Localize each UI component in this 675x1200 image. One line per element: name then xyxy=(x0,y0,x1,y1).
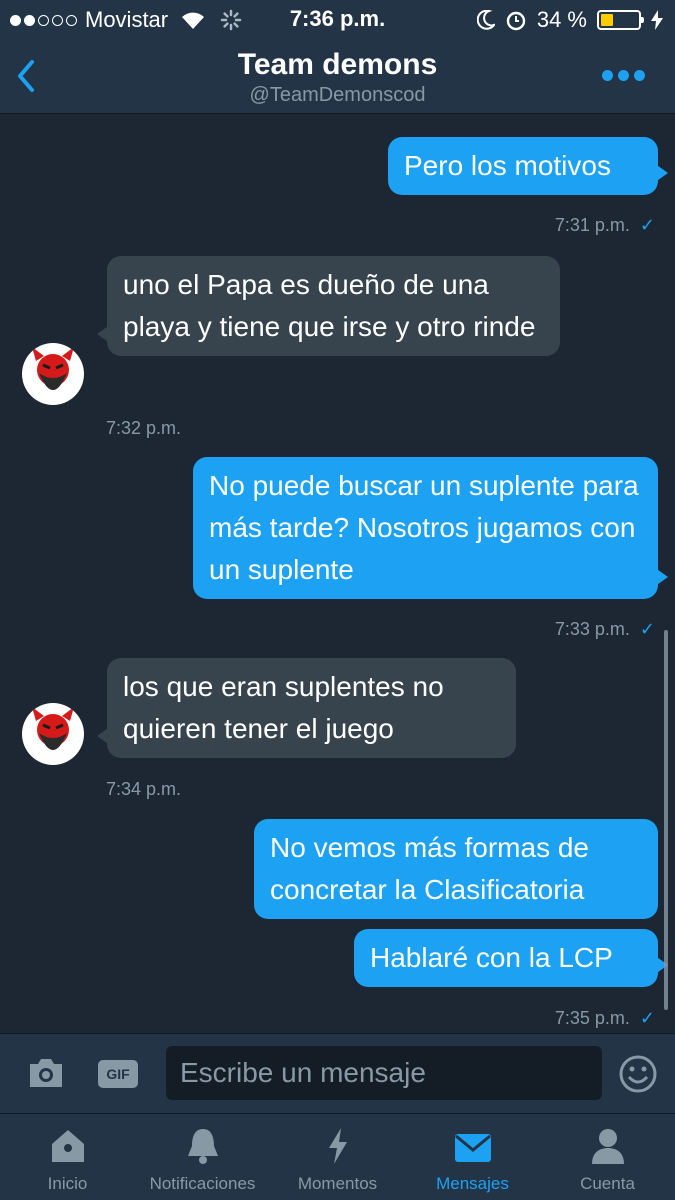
message-timestamp: 7:32 p.m. xyxy=(106,418,182,438)
message-timestamp: 7:35 p.m. ✓ xyxy=(554,1008,655,1028)
message-bubble-outgoing[interactable]: No vemos más formas de concretar la Clas… xyxy=(254,819,658,919)
tab-notificaciones[interactable]: Notificaciones xyxy=(135,1114,270,1200)
camera-icon[interactable] xyxy=(26,1056,66,1090)
status-bar: Movistar 7:36 p.m. 34 % xyxy=(0,0,675,40)
tab-label: Notificaciones xyxy=(149,1174,256,1193)
gif-button[interactable]: GIF xyxy=(98,1060,138,1088)
tab-bar: Inicio Notificaciones Momentos Mensajes … xyxy=(0,1113,675,1200)
sent-check-icon: ✓ xyxy=(639,215,655,235)
conversation-handle: @TeamDemonscod xyxy=(249,84,426,106)
lightning-icon xyxy=(328,1128,347,1164)
compose-bar: GIF xyxy=(0,1033,675,1113)
envelope-icon xyxy=(454,1134,491,1162)
message-timestamp: 7:33 p.m. ✓ xyxy=(554,619,655,639)
message-bubble-outgoing[interactable]: No puede buscar un suplente para más tar… xyxy=(193,457,668,599)
alarm-icon xyxy=(506,11,526,31)
charging-bolt-icon xyxy=(651,10,663,30)
tab-momentos[interactable]: Momentos xyxy=(270,1114,405,1200)
tab-label: Inicio xyxy=(47,1174,88,1193)
avatar[interactable] xyxy=(22,343,84,405)
moon-icon xyxy=(476,10,495,30)
conversation-header: Team demons @TeamDemonscod xyxy=(0,40,675,114)
person-icon xyxy=(591,1129,624,1164)
conversation-title[interactable]: Team demons xyxy=(0,48,675,82)
tab-inicio[interactable]: Inicio xyxy=(0,1114,135,1200)
sent-check-icon: ✓ xyxy=(639,619,655,639)
message-timestamp: 7:34 p.m. xyxy=(106,779,182,799)
battery-icon xyxy=(597,10,644,30)
more-options-icon[interactable] xyxy=(602,70,645,81)
emoji-icon[interactable] xyxy=(618,1054,658,1094)
avatar[interactable] xyxy=(22,703,84,765)
message-bubble-outgoing[interactable]: Hablaré con la LCP xyxy=(354,929,668,987)
message-input[interactable] xyxy=(166,1046,602,1100)
tab-label: Cuenta xyxy=(580,1174,635,1193)
tab-mensajes[interactable]: Mensajes xyxy=(405,1114,540,1200)
tab-label: Mensajes xyxy=(436,1174,509,1193)
home-icon xyxy=(51,1130,84,1162)
message-bubble-incoming[interactable]: uno el Papa es dueño de una playa y tien… xyxy=(97,256,560,356)
message-bubble-outgoing[interactable]: Pero los motivos xyxy=(388,137,668,195)
message-timestamp: 7:31 p.m. ✓ xyxy=(554,215,655,235)
scrollbar[interactable] xyxy=(664,630,668,1010)
tab-label: Momentos xyxy=(297,1174,378,1193)
tab-cuenta[interactable]: Cuenta xyxy=(540,1114,675,1200)
battery-percent: 34 % xyxy=(536,7,587,32)
sent-check-icon: ✓ xyxy=(639,1008,655,1028)
bell-icon xyxy=(187,1129,218,1164)
message-bubble-incoming[interactable]: los que eran suplentes no quieren tener … xyxy=(97,658,516,758)
